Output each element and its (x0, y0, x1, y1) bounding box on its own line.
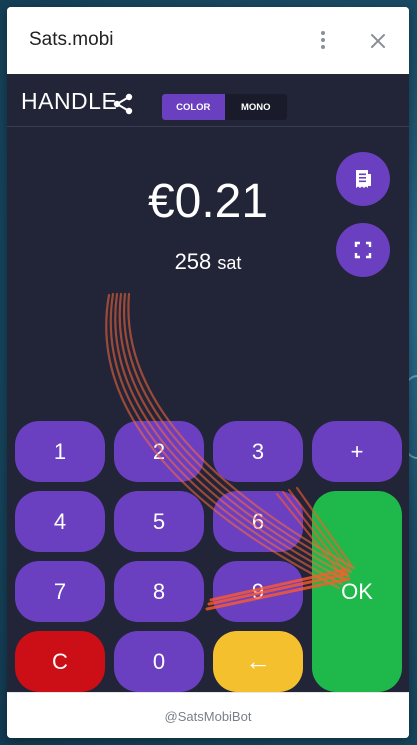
sats-value: 258 (174, 249, 212, 274)
ok-button[interactable]: OK (312, 491, 402, 692)
app-window: Sats.mobi HANDLE COLOR MONO €0.21 258 sa… (7, 7, 409, 738)
key-7[interactable]: 7 (15, 561, 105, 622)
share-icon[interactable] (112, 93, 134, 115)
key-6[interactable]: 6 (213, 491, 303, 552)
pos-app: HANDLE COLOR MONO €0.21 258 sat 1 2 3 + … (7, 74, 409, 692)
more-vertical-icon[interactable] (313, 25, 333, 55)
mode-mono-button[interactable]: MONO (225, 94, 288, 120)
title-bar: Sats.mobi (7, 7, 409, 74)
handle-label: HANDLE (21, 88, 118, 114)
footer-bot-handle: @SatsMobiBot (7, 692, 409, 738)
mode-color-button[interactable]: COLOR (162, 94, 225, 120)
key-0[interactable]: 0 (114, 631, 204, 692)
receipt-icon (356, 170, 371, 188)
key-4[interactable]: 4 (15, 491, 105, 552)
key-8[interactable]: 8 (114, 561, 204, 622)
key-5[interactable]: 5 (114, 491, 204, 552)
app-header: HANDLE COLOR MONO (7, 74, 409, 127)
key-1[interactable]: 1 (15, 421, 105, 482)
key-9[interactable]: 9 (213, 561, 303, 622)
sats-unit: sat (217, 253, 242, 273)
receipt-button[interactable] (336, 152, 390, 206)
window-title: Sats.mobi (29, 29, 114, 50)
fullscreen-icon (354, 241, 372, 259)
fullscreen-button[interactable] (336, 223, 390, 277)
color-mode-toggle: COLOR MONO (162, 94, 287, 120)
key-2[interactable]: 2 (114, 421, 204, 482)
clear-button[interactable]: C (15, 631, 105, 692)
close-icon[interactable] (364, 27, 392, 55)
key-plus[interactable]: + (312, 421, 402, 482)
key-3[interactable]: 3 (213, 421, 303, 482)
backspace-button[interactable]: ← (213, 631, 303, 692)
